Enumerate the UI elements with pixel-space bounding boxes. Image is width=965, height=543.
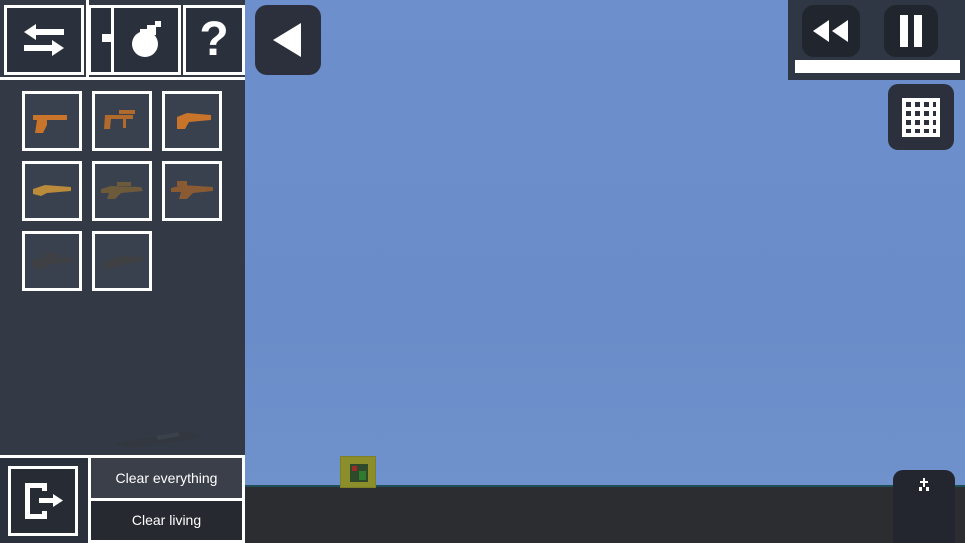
- pistol-icon: [33, 115, 67, 133]
- inventory-slot-1[interactable]: [22, 91, 82, 151]
- sawed-off-icon: [177, 113, 211, 129]
- spawned-entity[interactable]: [340, 456, 376, 488]
- clear-everything-button[interactable]: Clear everything: [91, 458, 242, 498]
- entity-marker-green: [359, 471, 366, 480]
- grid-icon: [902, 98, 940, 137]
- clear-menu: Clear everything Clear living: [88, 455, 245, 543]
- game-world[interactable]: [245, 0, 965, 543]
- rewind-button[interactable]: [802, 5, 860, 57]
- exit-button[interactable]: [8, 466, 78, 536]
- inventory-scroll[interactable]: [0, 83, 245, 455]
- app-root: ? Clear everything Clear living: [0, 0, 965, 543]
- question-mark-icon: ?: [199, 13, 229, 66]
- tool-button-swap[interactable]: [4, 5, 84, 75]
- grid-button[interactable]: [888, 84, 954, 150]
- shotgun-icon: [103, 256, 143, 269]
- inventory-slot-2[interactable]: [92, 91, 152, 151]
- ground: [245, 487, 965, 543]
- inventory-slot-5[interactable]: [92, 161, 152, 221]
- inventory-slot-6[interactable]: [162, 161, 222, 221]
- grenade-icon: [132, 21, 161, 57]
- back-button[interactable]: [255, 5, 321, 75]
- inventory-slot-4[interactable]: [22, 161, 82, 221]
- assault-rifle-icon: [101, 182, 143, 199]
- exit-door-icon: [25, 483, 63, 519]
- clear-living-button[interactable]: Clear living: [91, 500, 242, 540]
- time-control-panel: [788, 0, 965, 80]
- back-triangle-icon: [273, 23, 301, 57]
- inventory-grid: [0, 83, 245, 291]
- carbine-icon: [33, 185, 71, 196]
- pause-icon: [900, 15, 922, 47]
- inventory-slot-8[interactable]: [92, 231, 152, 291]
- sniper-icon: [31, 253, 73, 269]
- sidebar-toolbar: ?: [0, 0, 245, 80]
- ak-rifle-icon: [171, 181, 213, 199]
- pause-button[interactable]: [884, 5, 938, 57]
- entity-marker-red: [352, 466, 357, 471]
- anchor-icon: [919, 478, 929, 491]
- tool-button-explosives[interactable]: [111, 5, 181, 75]
- bottom-right-panel[interactable]: [893, 470, 955, 543]
- speed-bar[interactable]: [795, 60, 960, 73]
- inventory-slot-7[interactable]: [22, 231, 82, 291]
- tool-button-help[interactable]: ?: [183, 5, 245, 75]
- swap-arrows-icon: [24, 24, 64, 56]
- smg-icon: [104, 110, 135, 129]
- rewind-icon: [813, 20, 848, 42]
- inventory-slot-3[interactable]: [162, 91, 222, 151]
